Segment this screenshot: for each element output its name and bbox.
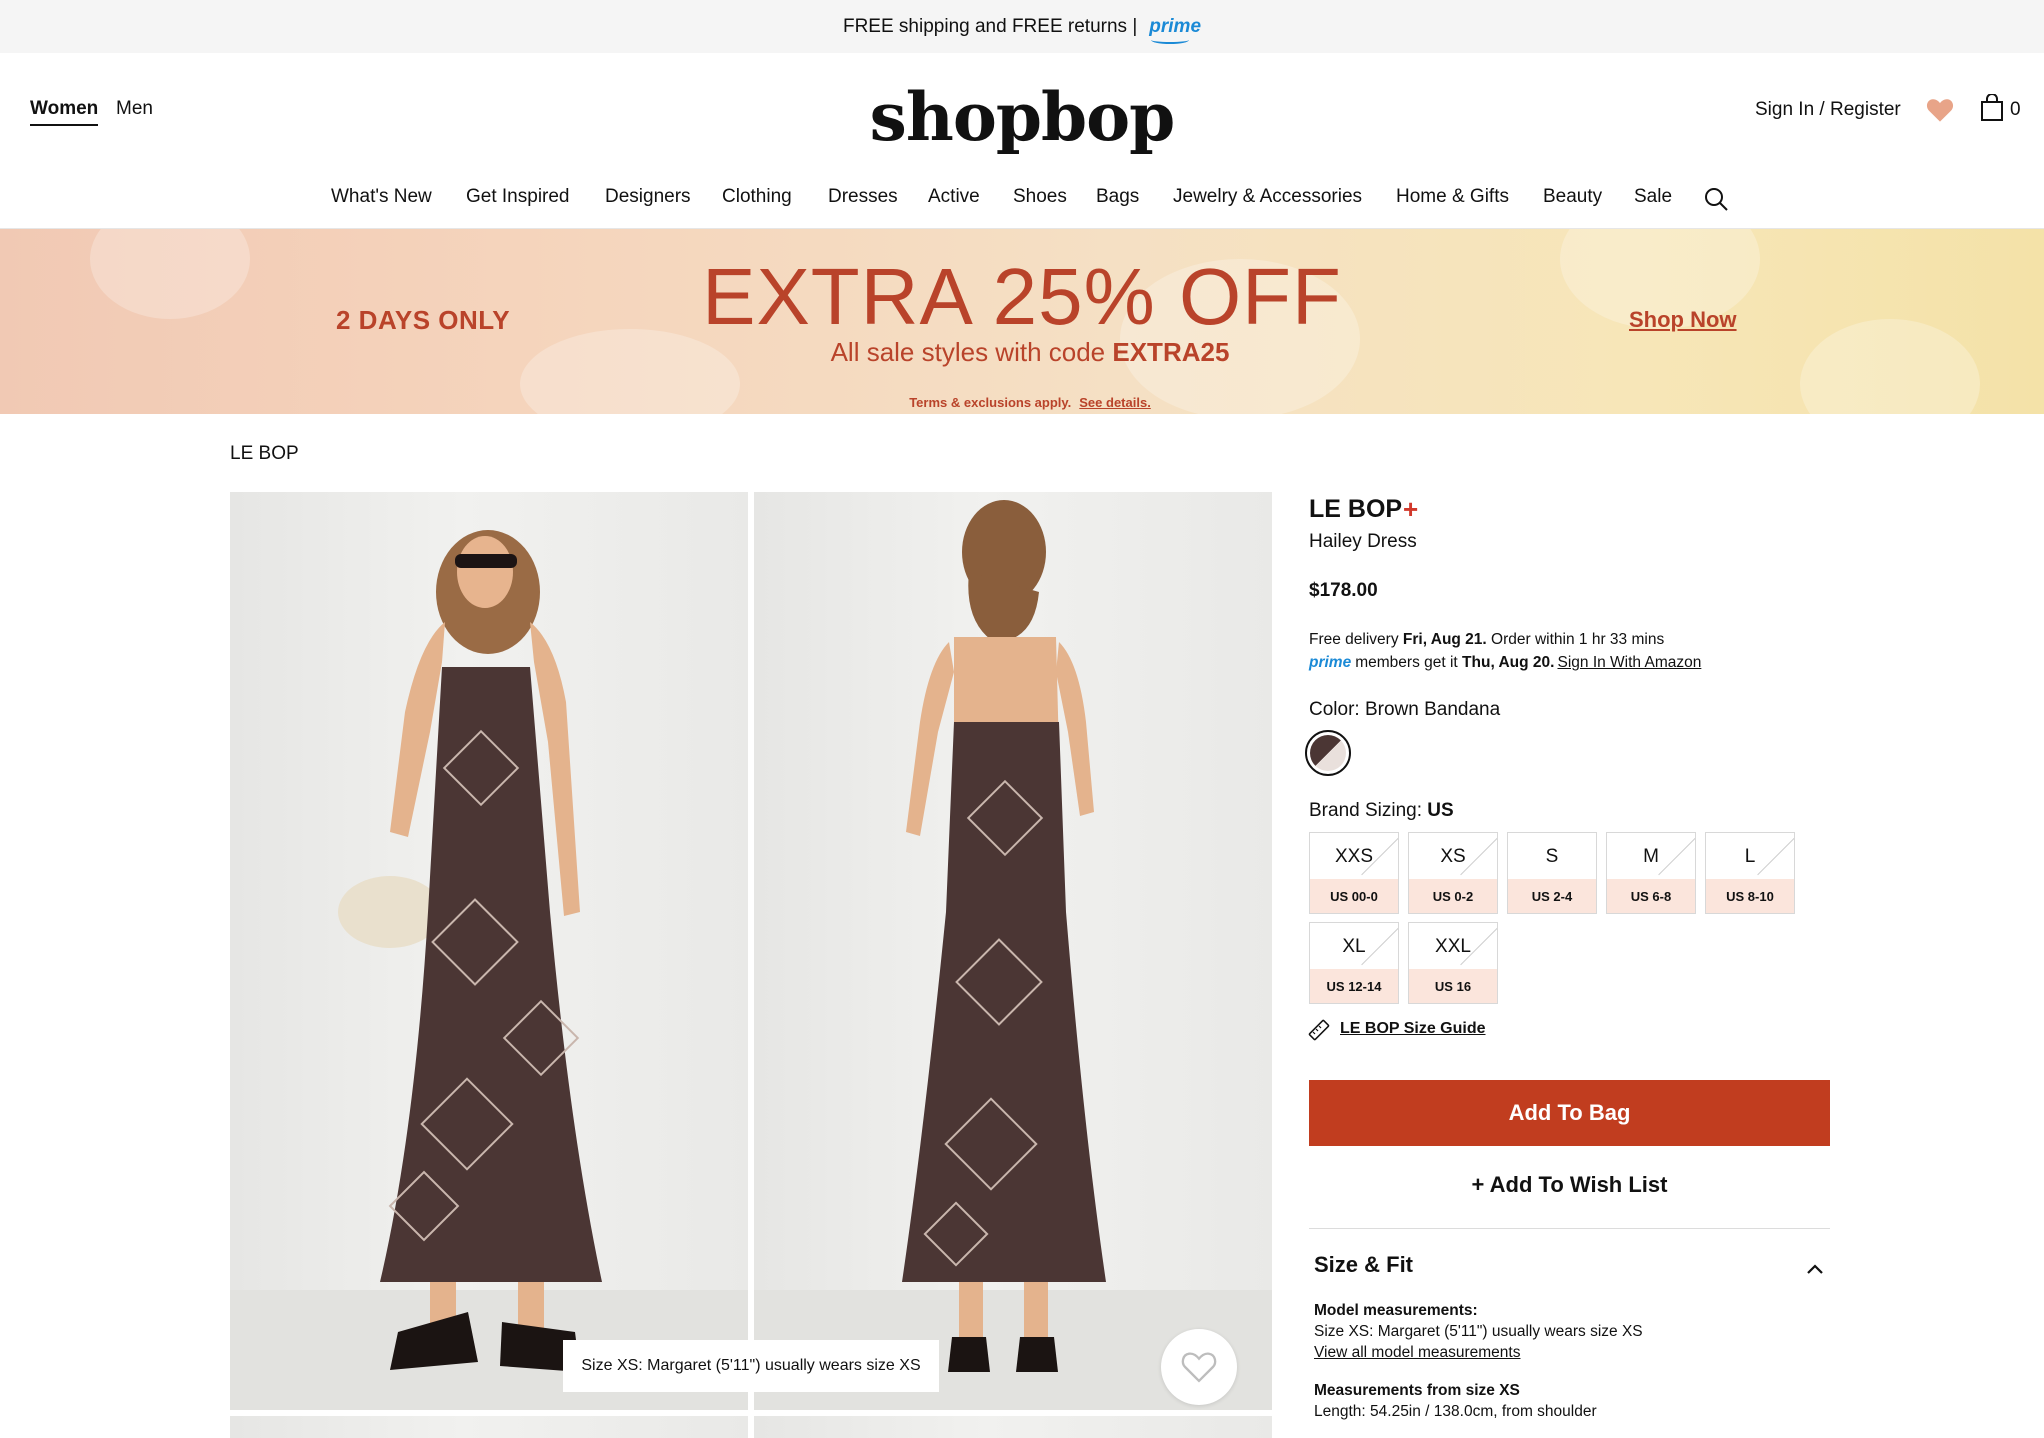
size-guide-link[interactable]: LE BOP Size Guide (1340, 1020, 1486, 1038)
model-measurements-text: Size XS: Margaret (5'11") usually wears … (1314, 1323, 1643, 1340)
wishlist-heart-icon[interactable] (1926, 97, 1954, 123)
shopping-bag-icon[interactable] (1980, 94, 2004, 122)
model-measurements-heading: Model measurements: (1314, 1302, 1478, 1319)
breadcrumb[interactable]: LE BOP (230, 443, 299, 465)
promo-bar: FREE shipping and FREE returns | prime (0, 0, 2044, 53)
follow-brand-plus-icon[interactable]: + (1403, 494, 1418, 525)
color-swatch-brown-bandana[interactable] (1305, 730, 1351, 776)
nav-shoes[interactable]: Shoes (1013, 186, 1067, 208)
product-brand[interactable]: LE BOP (1309, 495, 1402, 524)
product-image-3[interactable] (230, 1416, 748, 1438)
shopbop-logo[interactable]: shopbop (0, 78, 2044, 156)
product-image-back[interactable] (754, 492, 1272, 1410)
product-image-4[interactable] (754, 1416, 1272, 1438)
product-image-front[interactable] (230, 492, 748, 1410)
promo-text: FREE shipping and FREE returns | (842, 15, 1138, 37)
promo-code: EXTRA25 (1112, 337, 1230, 367)
prime-delivery-info: prime members get it Thu, Aug 20. Sign In … (1309, 654, 1702, 671)
nav-clothing[interactable]: Clothing (722, 186, 792, 208)
color-label: Color: Brown Bandana (1309, 699, 1501, 720)
size-fit-accordion-title[interactable]: Size & Fit (1314, 1252, 1413, 1278)
nav-whats-new[interactable]: What's New (331, 186, 432, 208)
prime-logo: prime (1149, 16, 1201, 44)
section-divider (1309, 1228, 1830, 1229)
prime-logo-small: prime (1309, 654, 1352, 671)
nav-dresses[interactable]: Dresses (828, 186, 898, 208)
bag-count[interactable]: 0 (2010, 99, 2021, 121)
shop-now-link[interactable]: Shop Now (1629, 307, 1737, 333)
size-option-xs[interactable]: XS US 0-2 (1408, 832, 1498, 914)
promo-banner[interactable]: 2 DAYS ONLY EXTRA 25% OFF All sale style… (0, 229, 2044, 414)
nav-get-inspired[interactable]: Get Inspired (466, 186, 570, 208)
nav-sale[interactable]: Sale (1634, 186, 1672, 208)
nav-jewelry-accessories[interactable]: Jewelry & Accessories (1173, 186, 1362, 208)
sign-in-register-link[interactable]: Sign In / Register (1755, 99, 1901, 121)
add-to-bag-button[interactable]: Add To Bag (1309, 1080, 1830, 1146)
measurements-text: Length: 54.25in / 138.0cm, from shoulder (1314, 1403, 1597, 1420)
view-model-measurements-link[interactable]: View all model measurements (1314, 1344, 1520, 1362)
heart-outline-icon (1181, 1352, 1217, 1383)
delivery-info: Free delivery Fri, Aug 21. Order within … (1309, 631, 1665, 648)
size-option-s[interactable]: S US 2-4 (1507, 832, 1597, 914)
size-option-xxs[interactable]: XXS US 00-0 (1309, 832, 1399, 914)
brand-sizing-label: Brand Sizing: US (1309, 800, 1454, 821)
nav-home-gifts[interactable]: Home & Gifts (1396, 186, 1509, 208)
nav-bags[interactable]: Bags (1096, 186, 1139, 208)
ruler-icon (1308, 1019, 1330, 1041)
product-price: $178.00 (1309, 580, 1378, 601)
nav-designers[interactable]: Designers (605, 186, 691, 208)
size-option-xxl[interactable]: XXL US 16 (1408, 922, 1498, 1004)
product-name: Hailey Dress (1309, 531, 1417, 552)
add-to-wish-list-button[interactable]: + Add To Wish List (1309, 1172, 1830, 1198)
nav-active[interactable]: Active (928, 186, 980, 208)
size-option-xl[interactable]: XL US 12-14 (1309, 922, 1399, 1004)
nav-beauty[interactable]: Beauty (1543, 186, 1602, 208)
banner-headline: EXTRA 25% OFF (702, 252, 1342, 341)
main-nav: What's New Get Inspired Designers Clothi… (0, 186, 2044, 228)
chevron-up-icon[interactable] (1804, 1258, 1826, 1280)
see-details-link[interactable]: See details. (1079, 395, 1151, 410)
measurements-heading: Measurements from size XS (1314, 1382, 1520, 1399)
search-icon[interactable] (1703, 186, 1729, 212)
banner-terms: Terms & exclusions apply. See details. (909, 395, 1151, 410)
banner-subtext: All sale styles with code EXTRA25 (830, 337, 1230, 367)
add-to-favorites-button[interactable] (1161, 1329, 1237, 1405)
sign-in-with-amazon-link[interactable]: Sign In With Amazon (1557, 654, 1701, 671)
model-size-caption: Size XS: Margaret (5'11") usually wears … (563, 1340, 939, 1392)
size-option-l[interactable]: L US 8-10 (1705, 832, 1795, 914)
size-option-m[interactable]: M US 6-8 (1606, 832, 1696, 914)
